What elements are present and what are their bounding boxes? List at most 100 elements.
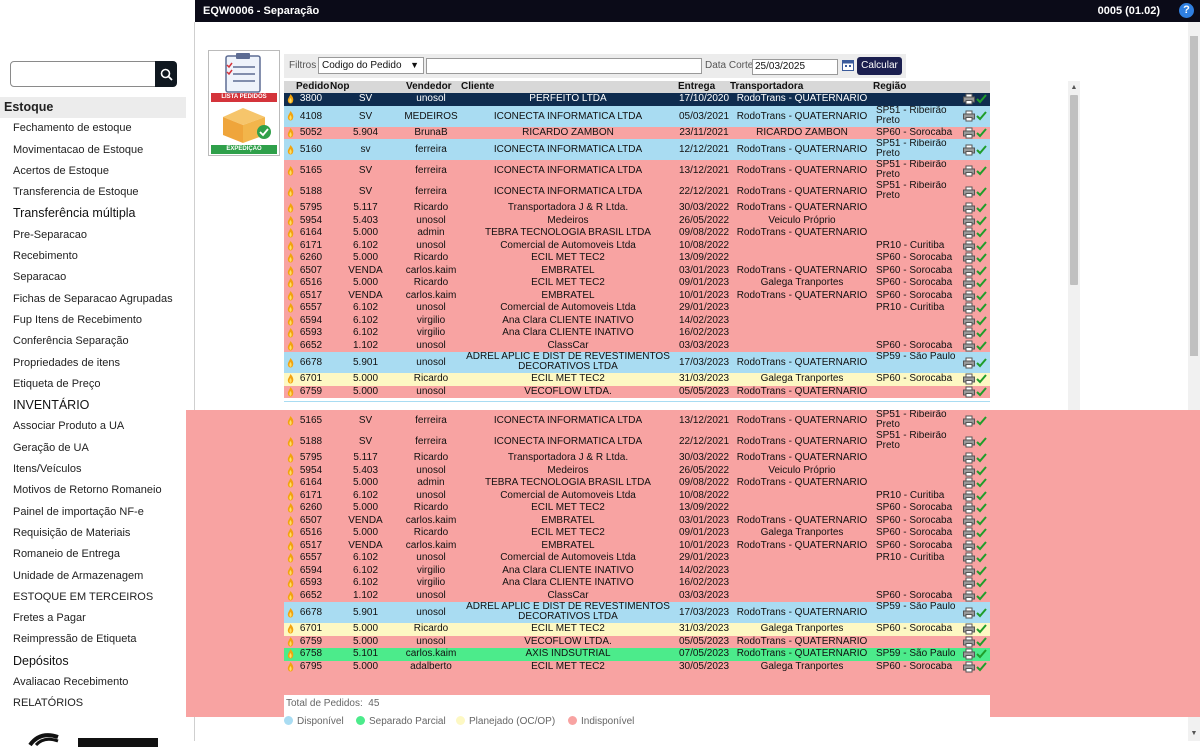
printer-icon[interactable] [963, 265, 975, 277]
table-row[interactable]: 5795 5.117 Ricardo Transportadora J & R Ltd… [284, 202, 990, 215]
check-icon[interactable] [976, 316, 987, 326]
table-row[interactable]: 6516 5.000 Ricardo ECIL MET TEC2 09/01/2023 G… [284, 277, 990, 290]
scroll-up-icon[interactable]: ▲ [1070, 84, 1078, 92]
table-row[interactable]: 5188 SV ferreira ICONECTA INFORMATICA LTDA 2… [284, 181, 990, 202]
sidebar-item[interactable]: RELATÓRIOS [0, 693, 186, 714]
printer-icon[interactable] [963, 590, 975, 602]
table-row[interactable]: 6164 5.000 admin TEBRA TECNOLOGIA BRASIL LT… [284, 477, 990, 490]
sidebar-item[interactable]: Geração de UA [0, 438, 186, 459]
check-icon[interactable] [976, 253, 987, 263]
printer-icon[interactable] [963, 436, 975, 447]
table-row[interactable]: 6652 1.102 unosol ClassCar 03/03/2023 SP60 - … [284, 589, 990, 602]
check-icon[interactable] [976, 436, 987, 447]
column-header-cliente[interactable]: Cliente [461, 81, 494, 93]
check-icon[interactable] [976, 553, 987, 563]
check-icon[interactable] [976, 607, 987, 618]
sidebar-item[interactable]: Fechamento de estoque [0, 118, 186, 139]
sidebar-item[interactable]: Requisição de Materiais [0, 523, 186, 544]
printer-icon[interactable] [963, 327, 975, 339]
check-icon[interactable] [976, 387, 987, 397]
printer-icon[interactable] [963, 357, 975, 368]
printer-icon[interactable] [963, 290, 975, 302]
check-icon[interactable] [976, 415, 987, 426]
check-icon[interactable] [976, 144, 987, 155]
printer-icon[interactable] [963, 477, 975, 489]
check-icon[interactable] [976, 466, 987, 476]
table-row[interactable]: 5165 SV ferreira ICONECTA INFORMATICA LTDA 1… [284, 160, 990, 181]
page-scroll-thumb[interactable] [1190, 36, 1198, 356]
column-header-pedido[interactable]: Pedido [296, 81, 329, 93]
check-icon[interactable] [976, 228, 987, 238]
calculate-button[interactable]: Calcular [857, 57, 902, 75]
printer-icon[interactable] [963, 623, 975, 635]
printer-icon[interactable] [963, 527, 975, 539]
check-icon[interactable] [976, 453, 987, 463]
printer-icon[interactable] [963, 577, 975, 589]
printer-icon[interactable] [963, 607, 975, 618]
sidebar-item[interactable]: ESTOQUE EM TERCEIROS [0, 587, 186, 608]
column-header-nop[interactable]: Nop [330, 81, 349, 93]
check-icon[interactable] [976, 128, 987, 138]
check-icon[interactable] [976, 637, 987, 647]
sidebar-item[interactable]: Acertos de Estoque [0, 161, 186, 182]
table-row[interactable]: 6678 5.901 unosol ADREL APLIC E DIST DE REV… [284, 602, 990, 623]
printer-icon[interactable] [963, 415, 975, 426]
table-row[interactable]: 6678 5.901 unosol ADREL APLIC E DIST DE REV… [284, 352, 990, 373]
printer-icon[interactable] [963, 552, 975, 564]
sidebar-item[interactable]: Painel de importação NF-e [0, 502, 186, 523]
check-icon[interactable] [976, 591, 987, 601]
table-row[interactable]: 6594 6.102 virgilio Ana Clara CLIENTE INATI… [284, 564, 990, 577]
check-icon[interactable] [976, 328, 987, 338]
table-row[interactable]: 3800 SV unosol PERFEITO LTDA 17/10/2020 RodoT… [284, 93, 990, 106]
table-row[interactable]: 6516 5.000 Ricardo ECIL MET TEC2 09/01/2023 G… [284, 527, 990, 540]
check-icon[interactable] [976, 341, 987, 351]
printer-icon[interactable] [963, 515, 975, 527]
check-icon[interactable] [976, 94, 987, 104]
sidebar-item[interactable]: Depósitos [0, 651, 186, 672]
check-icon[interactable] [976, 516, 987, 526]
printer-icon[interactable] [963, 540, 975, 552]
check-icon[interactable] [976, 541, 987, 551]
printer-icon[interactable] [963, 252, 975, 264]
sidebar-item[interactable]: Avaliacao Recebimento [0, 672, 186, 693]
printer-icon[interactable] [963, 202, 975, 214]
check-icon[interactable] [976, 266, 987, 276]
check-icon[interactable] [976, 649, 987, 659]
printer-icon[interactable] [963, 186, 975, 197]
table-row[interactable]: 6593 6.102 virgilio Ana Clara CLIENTE INATI… [284, 327, 990, 340]
sidebar-item[interactable]: Reimpressão de Etiqueta [0, 629, 186, 650]
printer-icon[interactable] [963, 110, 975, 122]
table-row[interactable]: 6517 VENDA carlos.kaim EMBRATEL 10/01/2023 Ro… [284, 539, 990, 552]
printer-icon[interactable] [963, 373, 975, 385]
printer-icon[interactable] [963, 93, 975, 105]
table-row[interactable]: 5188 SV ferreira ICONECTA INFORMATICA LTDA 2… [284, 431, 990, 452]
sidebar-item[interactable]: Conferência Separação [0, 331, 186, 352]
printer-icon[interactable] [963, 661, 975, 673]
printer-icon[interactable] [963, 565, 975, 577]
filter-search-input[interactable] [426, 58, 702, 74]
sidebar-item[interactable]: Itens/Veículos [0, 459, 186, 480]
sidebar-item[interactable]: Fretes a Pagar [0, 608, 186, 629]
printer-icon[interactable] [963, 636, 975, 648]
printer-icon[interactable] [963, 215, 975, 227]
printer-icon[interactable] [963, 502, 975, 514]
search-button[interactable] [155, 61, 177, 87]
sidebar-item[interactable]: Fup Itens de Recebimento [0, 310, 186, 331]
check-icon[interactable] [976, 357, 987, 368]
table-row[interactable]: 6517 VENDA carlos.kaim EMBRATEL 10/01/2023 Ro… [284, 289, 990, 302]
sidebar-item[interactable]: Etiqueta de Preço [0, 374, 186, 395]
sidebar-item[interactable]: Associar Produto a UA [0, 416, 186, 437]
check-icon[interactable] [976, 374, 987, 384]
table-row[interactable]: 5160svferreiraICONECTA INFORMATICA LTDA1… [284, 139, 990, 160]
sidebar-item[interactable]: INVENTÁRIO [0, 395, 186, 416]
check-icon[interactable] [976, 291, 987, 301]
column-header-regiao[interactable]: Região [873, 81, 906, 93]
calendar-icon[interactable] [842, 59, 854, 71]
printer-icon[interactable] [963, 227, 975, 239]
table-row[interactable]: 6652 1.102 unosol ClassCar 03/03/2023 SP60 - … [284, 339, 990, 352]
check-icon[interactable] [976, 241, 987, 251]
table-row[interactable]: 5160svferreiraICONECTA INFORMATICA LTDA1… [284, 401, 990, 402]
printer-icon[interactable] [963, 240, 975, 252]
grid-scroll-thumb[interactable] [1070, 95, 1078, 285]
sidebar-item[interactable]: Romaneio de Entrega [0, 544, 186, 565]
